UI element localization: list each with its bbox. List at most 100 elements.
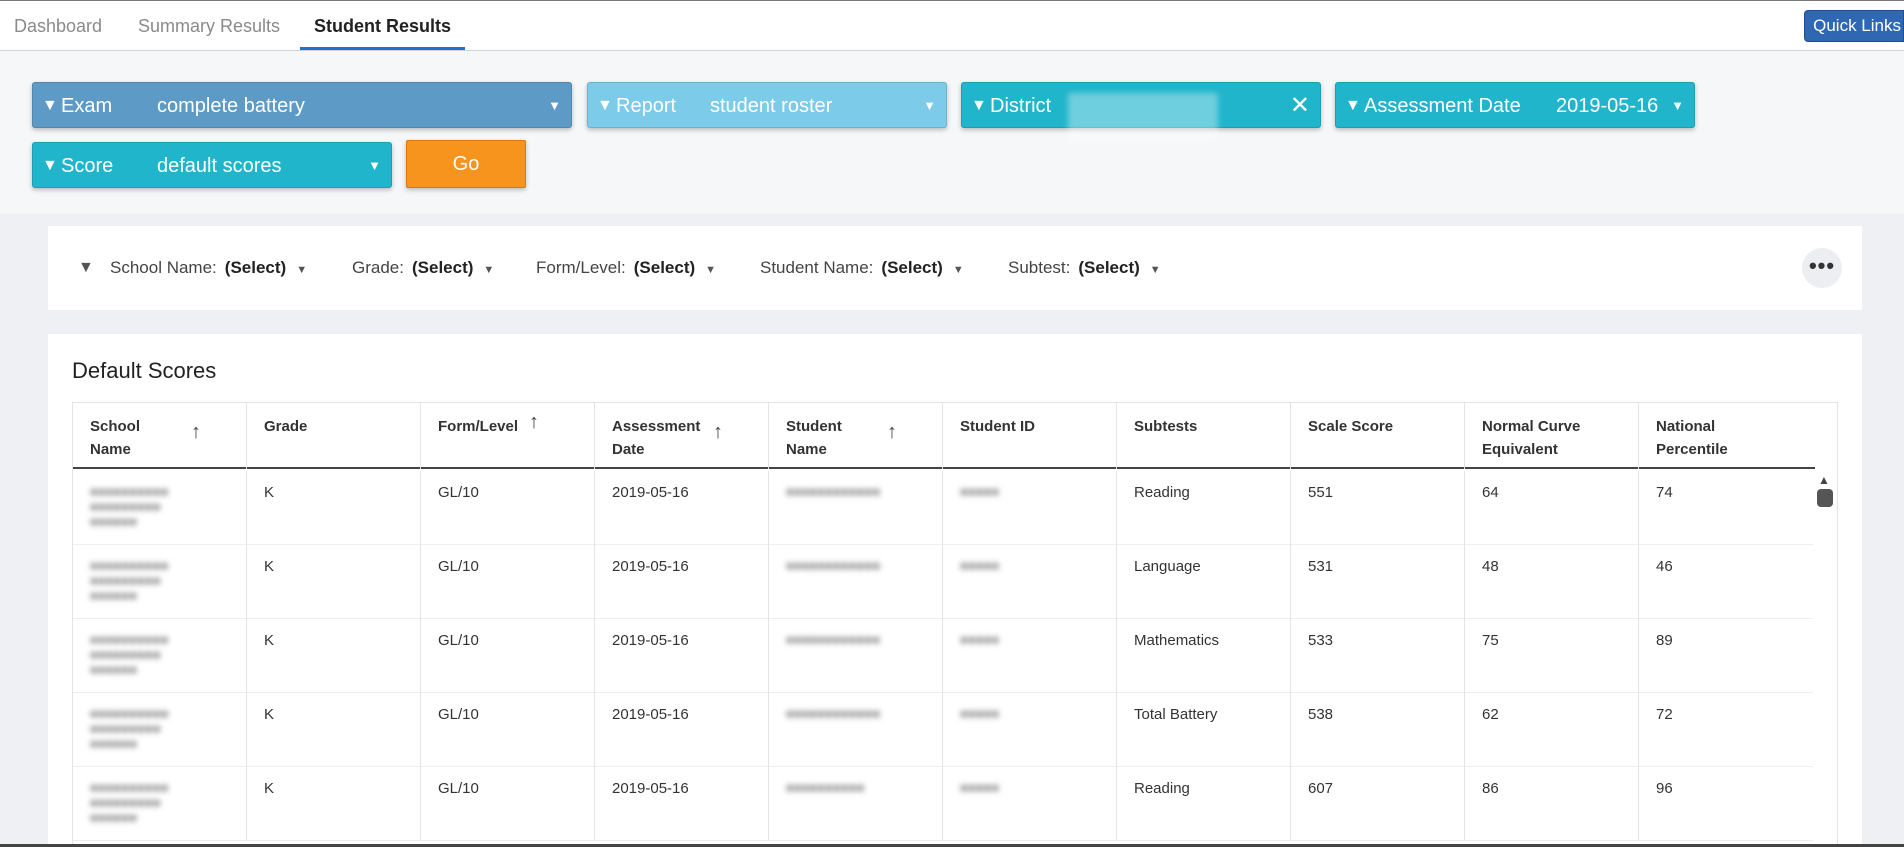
nce-cell: 75 (1465, 619, 1639, 693)
student-name-cell: ■■■■■■■■■■■■ (769, 545, 943, 619)
subtest-filter[interactable]: Subtest: (Select) ▼ (1008, 226, 1161, 312)
table-row[interactable]: ■■■■■■■■■■ ■■■■■■■■■ ■■■■■■ K GL/10 2019-0… (73, 767, 1815, 841)
scale-score-cell: 531 (1291, 545, 1465, 619)
top-nav: Dashboard Summary Results Student Result… (0, 0, 1904, 51)
sort-arrow-icon[interactable]: ↑ (191, 421, 201, 444)
redacted-text: ■■■■■■■■■■ ■■■■■■■■■ ■■■■■■ (90, 706, 169, 751)
student-id-cell: ■■■■■ (943, 693, 1117, 767)
district-filter[interactable]: ▼ District ✕ (961, 82, 1321, 141)
exam-filter[interactable]: ▼ Exam complete battery ▼ (32, 82, 572, 128)
form-level-filter-label: Form/Level: (536, 258, 626, 277)
filter-area (0, 51, 1904, 214)
chevron-down-icon: ▼ (1149, 264, 1161, 276)
go-button[interactable]: Go (406, 140, 526, 188)
column-header-label: Student ID (960, 418, 1035, 435)
sort-arrow-icon[interactable]: ↑ (887, 421, 897, 444)
scale-score-cell: 551 (1291, 471, 1465, 545)
table-row[interactable]: ■■■■■■■■■■ ■■■■■■■■■ ■■■■■■ K GL/10 2019-0… (73, 471, 1815, 545)
assessment-date-cell: 2019-05-16 (595, 545, 769, 619)
redacted-text: ■■■■■ (960, 706, 1000, 721)
student-name-filter-label: Student Name: (760, 258, 874, 277)
assessment-date-filter[interactable]: ▼ Assessment Date 2019-05-16 ▼ (1335, 82, 1695, 128)
school-name-filter[interactable]: School Name: (Select) ▼ (110, 226, 307, 312)
results-grid: School Name ↑ Grade Form/Level ↑ Assessm… (72, 402, 1838, 847)
tab-student-results[interactable]: Student Results (300, 1, 466, 50)
chevron-down-icon: ▼ (705, 264, 717, 276)
column-header-label: School Name (90, 418, 141, 458)
table-row[interactable]: ■■■■■■■■■■ ■■■■■■■■■ ■■■■■■ K GL/10 2019-0… (73, 693, 1815, 767)
school-name-cell: ■■■■■■■■■■ ■■■■■■■■■ ■■■■■■ (73, 767, 247, 841)
column-header-label: Student Name (786, 418, 842, 458)
grade-cell: K (247, 619, 421, 693)
column-header-student-name[interactable]: Student Name ↑ (769, 403, 943, 469)
subtest-cell: Total Battery (1117, 693, 1291, 767)
redacted-text: ■■■■■■■■■■■■ (786, 706, 881, 721)
sort-arrow-icon[interactable]: ↑ (529, 411, 539, 434)
table-row[interactable]: ■■■■■■■■■■ ■■■■■■■■■ ■■■■■■ K GL/10 2019-0… (73, 619, 1815, 693)
table-row[interactable]: ■■■■■■■■■■ ■■■■■■■■■ ■■■■■■ K GL/10 2019-0… (73, 545, 1815, 619)
form-level-cell: GL/10 (421, 693, 595, 767)
exam-filter-label: Exam (61, 95, 113, 117)
subtest-cell: Reading (1117, 471, 1291, 545)
redacted-text: ■■■■■■■■■■ ■■■■■■■■■ ■■■■■■ (90, 558, 169, 603)
subtest-filter-label: Subtest: (1008, 258, 1071, 277)
student-id-cell: ■■■■■ (943, 471, 1117, 545)
redacted-text: ■■■■■■■■■■ (786, 780, 865, 795)
filter-icon: ▼ (1345, 97, 1361, 114)
report-filter[interactable]: ▼ Report student roster ▼ (587, 82, 947, 128)
report-filter-value: student roster (710, 95, 833, 117)
grid-header: School Name ↑ Grade Form/Level ↑ Assessm… (73, 403, 1815, 469)
school-name-cell: ■■■■■■■■■■ ■■■■■■■■■ ■■■■■■ (73, 471, 247, 545)
form-level-filter-value: (Select) (633, 258, 696, 277)
sort-arrow-icon[interactable]: ↑ (713, 421, 723, 444)
school-name-filter-label: School Name: (110, 258, 217, 277)
close-icon[interactable]: ✕ (1290, 83, 1310, 129)
grade-filter[interactable]: Grade: (Select) ▼ (352, 226, 494, 312)
nce-cell: 86 (1465, 767, 1639, 841)
column-header-scale-score[interactable]: Scale Score (1291, 403, 1465, 469)
redacted-text: ■■■■■ (960, 484, 1000, 499)
scroll-thumb[interactable] (1817, 489, 1833, 507)
column-header-subtests[interactable]: Subtests (1117, 403, 1291, 469)
assessment-date-cell: 2019-05-16 (595, 693, 769, 767)
column-header-school-name[interactable]: School Name ↑ (73, 403, 247, 469)
scale-score-cell: 533 (1291, 619, 1465, 693)
column-header-nce[interactable]: Normal Curve Equivalent (1465, 403, 1639, 469)
score-filter[interactable]: ▼ Score default scores ▼ (32, 142, 392, 188)
district-filter-value-redacted (1068, 93, 1218, 141)
filter-icon: ▼ (78, 259, 94, 276)
column-header-student-id[interactable]: Student ID (943, 403, 1117, 469)
chevron-down-icon: ▼ (952, 264, 964, 276)
column-header-form-level[interactable]: Form/Level ↑ (421, 403, 595, 469)
redacted-text: ■■■■■■■■■■■■ (786, 632, 881, 647)
national-percentile-cell: 72 (1656, 706, 1673, 723)
tab-summary-results[interactable]: Summary Results (124, 1, 294, 51)
quick-links-button[interactable]: Quick Links (1804, 10, 1904, 42)
redacted-text: ■■■■■■■■■■ ■■■■■■■■■ ■■■■■■ (90, 780, 169, 825)
grade-cell: K (247, 693, 421, 767)
more-options-button[interactable]: ••• (1802, 248, 1842, 288)
column-header-national-percentile[interactable]: National Percentile (1639, 403, 1815, 469)
national-percentile-cell: 46 (1656, 558, 1673, 575)
redacted-text: ■■■■■ (960, 780, 1000, 795)
nce-cell: 64 (1465, 471, 1639, 545)
vertical-scrollbar[interactable]: ▲ (1813, 469, 1837, 846)
form-level-filter[interactable]: Form/Level: (Select) ▼ (536, 226, 716, 312)
scroll-up-arrow-icon[interactable]: ▲ (1818, 473, 1830, 487)
filter-icon: ▼ (597, 97, 613, 114)
school-name-cell: ■■■■■■■■■■ ■■■■■■■■■ ■■■■■■ (73, 619, 247, 693)
redacted-text: ■■■■■■■■■■ ■■■■■■■■■ ■■■■■■ (90, 632, 169, 677)
column-header-grade[interactable]: Grade (247, 403, 421, 469)
chevron-down-icon: ▼ (923, 98, 936, 113)
grade-cell: K (247, 545, 421, 619)
assessment-date-filter-label: Assessment Date (1364, 95, 1521, 117)
form-level-cell: GL/10 (421, 619, 595, 693)
student-name-filter[interactable]: Student Name: (Select) ▼ (760, 226, 964, 312)
student-id-cell: ■■■■■ (943, 545, 1117, 619)
assessment-date-cell: 2019-05-16 (595, 471, 769, 545)
tab-dashboard[interactable]: Dashboard (0, 1, 116, 51)
column-header-assessment-date[interactable]: Assessment Date ↑ (595, 403, 769, 469)
sub-filter-bar: ▼ School Name: (Select) ▼ Grade: (Select) ▼ … (48, 226, 1862, 310)
filter-icon: ▼ (42, 97, 58, 114)
grade-cell: K (247, 767, 421, 841)
